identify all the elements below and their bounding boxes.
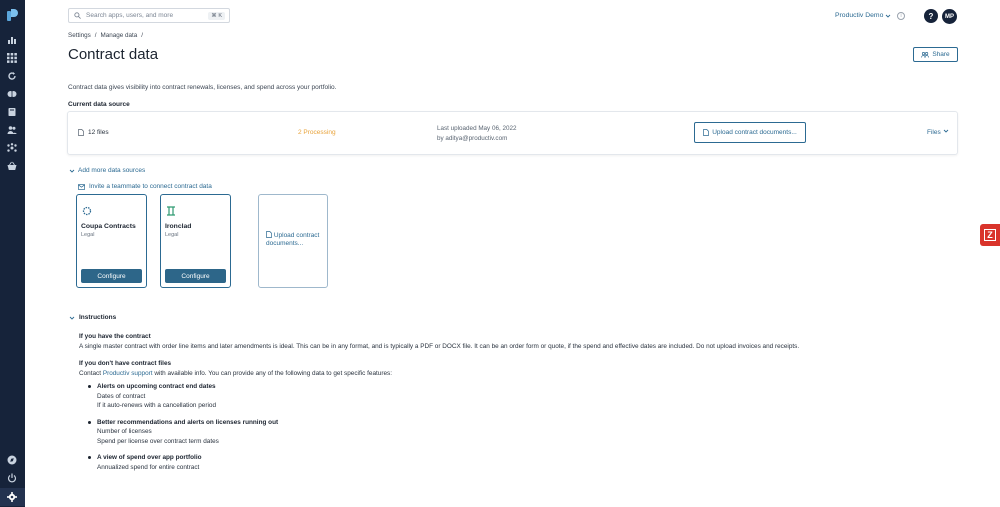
zotero-extension-icon[interactable]: Z <box>980 224 1000 246</box>
settings-gear-icon[interactable] <box>6 491 18 503</box>
configure-button[interactable]: Configure <box>81 269 142 283</box>
users-icon[interactable] <box>6 124 18 136</box>
search-input[interactable]: Search apps, users, and more ⌘ K <box>68 8 230 23</box>
bullet-title: Better recommendations and alerts on lic… <box>97 418 279 426</box>
upload-contract-documents-button[interactable]: Upload contract documents... <box>694 122 806 143</box>
productiv-logo-icon[interactable] <box>5 7 20 22</box>
file-icon <box>703 129 710 136</box>
bullet-line: Annualized spend for entire contract <box>97 463 200 471</box>
feature-list: Alerts on upcoming contract end dates Da… <box>88 382 879 472</box>
source-name: Coupa Contracts <box>81 223 136 230</box>
mail-icon <box>78 183 85 190</box>
add-more-sources-toggle[interactable]: Add more data sources <box>69 167 145 174</box>
list-item: Alerts on upcoming contract end dates Da… <box>88 382 879 411</box>
files-count: 12 files <box>78 129 109 136</box>
page-description: Contract data gives visibility into cont… <box>68 84 337 91</box>
files-dropdown[interactable]: Files <box>927 128 949 136</box>
integrations-icon[interactable] <box>6 142 18 154</box>
compass-icon[interactable] <box>6 454 18 466</box>
basket-icon[interactable] <box>6 160 18 172</box>
info-icon[interactable]: i <box>897 12 905 20</box>
source-tile-coupa[interactable]: Coupa Contracts Legal Configure <box>76 194 147 288</box>
instructions-body: If you have the contract A single master… <box>79 332 879 479</box>
instructions-toggle[interactable]: Instructions <box>69 314 116 321</box>
avatar[interactable]: MP <box>942 9 957 24</box>
bullet-line: If it auto-renews with a cancellation pe… <box>97 402 217 409</box>
processing-status: 2 Processing <box>298 129 336 136</box>
chevron-down-icon <box>943 129 948 133</box>
upload-button-label: Upload contract documents... <box>712 129 797 136</box>
uploaded-by: by aditya@productiv.com <box>437 135 508 142</box>
list-item: A view of spend over app portfolio Annua… <box>88 453 879 472</box>
help-button[interactable]: ? <box>924 9 938 23</box>
breadcrumb-manage-data[interactable]: Manage data <box>101 32 138 39</box>
source-category: Legal <box>81 232 95 238</box>
bullet-line: Number of licenses <box>97 428 152 435</box>
file-icon <box>78 129 84 136</box>
page-title: Contract data <box>68 46 159 63</box>
search-icon <box>74 12 81 19</box>
contracts-book-icon[interactable] <box>6 106 18 118</box>
upload-documents-tile[interactable]: Upload contract documents... <box>258 194 328 288</box>
files-dropdown-label: Files <box>927 129 941 136</box>
no-contract-post: with available info. You can provide any… <box>152 369 392 377</box>
invite-label: Invite a teammate to connect contract da… <box>89 183 212 190</box>
configure-button[interactable]: Configure <box>165 269 226 283</box>
source-category: Legal <box>165 232 179 238</box>
chevron-down-icon <box>69 169 75 173</box>
add-more-sources-label: Add more data sources <box>78 167 146 174</box>
last-uploaded-info: Last uploaded May 06, 2022 by aditya@pro… <box>437 124 516 144</box>
breadcrumb-separator: / <box>141 32 144 39</box>
bullet-title: Alerts on upcoming contract end dates <box>97 383 216 390</box>
bullet-line: Spend per license over contract term dat… <box>97 437 219 445</box>
bullet-line: Dates of contract <box>97 392 146 400</box>
have-contract-title: If you have the contract <box>79 333 151 340</box>
list-item: Better recommendations and alerts on lic… <box>88 418 879 447</box>
upload-tile-text: Upload contract documents... <box>266 232 320 247</box>
source-name: Ironclad <box>165 223 192 230</box>
breadcrumb-settings[interactable]: Settings <box>68 32 91 39</box>
file-icon <box>266 231 272 238</box>
have-contract-text: A single master contract with order line… <box>79 342 800 350</box>
source-tile-ironclad[interactable]: Ironclad Legal Configure <box>160 194 231 288</box>
share-button[interactable]: Share <box>913 47 958 62</box>
breadcrumb: Settings / Manage data / <box>68 32 143 39</box>
analytics-icon[interactable] <box>6 34 18 46</box>
sidebar <box>0 0 25 507</box>
upload-tile-label: Upload contract documents... <box>266 231 321 248</box>
chevron-down-icon <box>69 316 75 320</box>
no-contract-text: Contact Productiv support with available… <box>79 369 879 379</box>
renewals-icon[interactable] <box>6 70 18 82</box>
insights-icon[interactable] <box>6 88 18 100</box>
search-shortcut-badge: ⌘ K <box>208 12 225 20</box>
last-uploaded-date: Last uploaded May 06, 2022 <box>437 125 517 132</box>
instructions-header: Instructions <box>79 314 117 321</box>
breadcrumb-separator: / <box>94 32 97 39</box>
chevron-down-icon <box>886 14 891 18</box>
files-count-text: 12 files <box>88 129 109 136</box>
org-name: Productiv Demo <box>835 12 884 19</box>
search-placeholder: Search apps, users, and more <box>86 12 174 19</box>
no-contract-pre: Contact <box>79 369 103 377</box>
productiv-support-link[interactable]: Productiv support <box>103 370 153 377</box>
no-contract-title: If you don't have contract files <box>79 360 172 367</box>
current-source-heading: Current data source <box>68 101 130 108</box>
ironclad-logo-icon <box>167 206 175 216</box>
apps-grid-icon[interactable] <box>6 52 18 64</box>
share-users-icon <box>921 51 930 58</box>
bullet-title: A view of spend over app portfolio <box>97 454 202 461</box>
org-switcher[interactable]: Productiv Demo <box>835 12 891 19</box>
coupa-logo-icon <box>82 206 92 216</box>
invite-teammate-link[interactable]: Invite a teammate to connect contract da… <box>78 183 212 190</box>
share-label: Share <box>932 51 950 58</box>
power-icon[interactable] <box>6 472 18 484</box>
current-source-card: 12 files 2 Processing Last uploaded May … <box>67 111 958 155</box>
